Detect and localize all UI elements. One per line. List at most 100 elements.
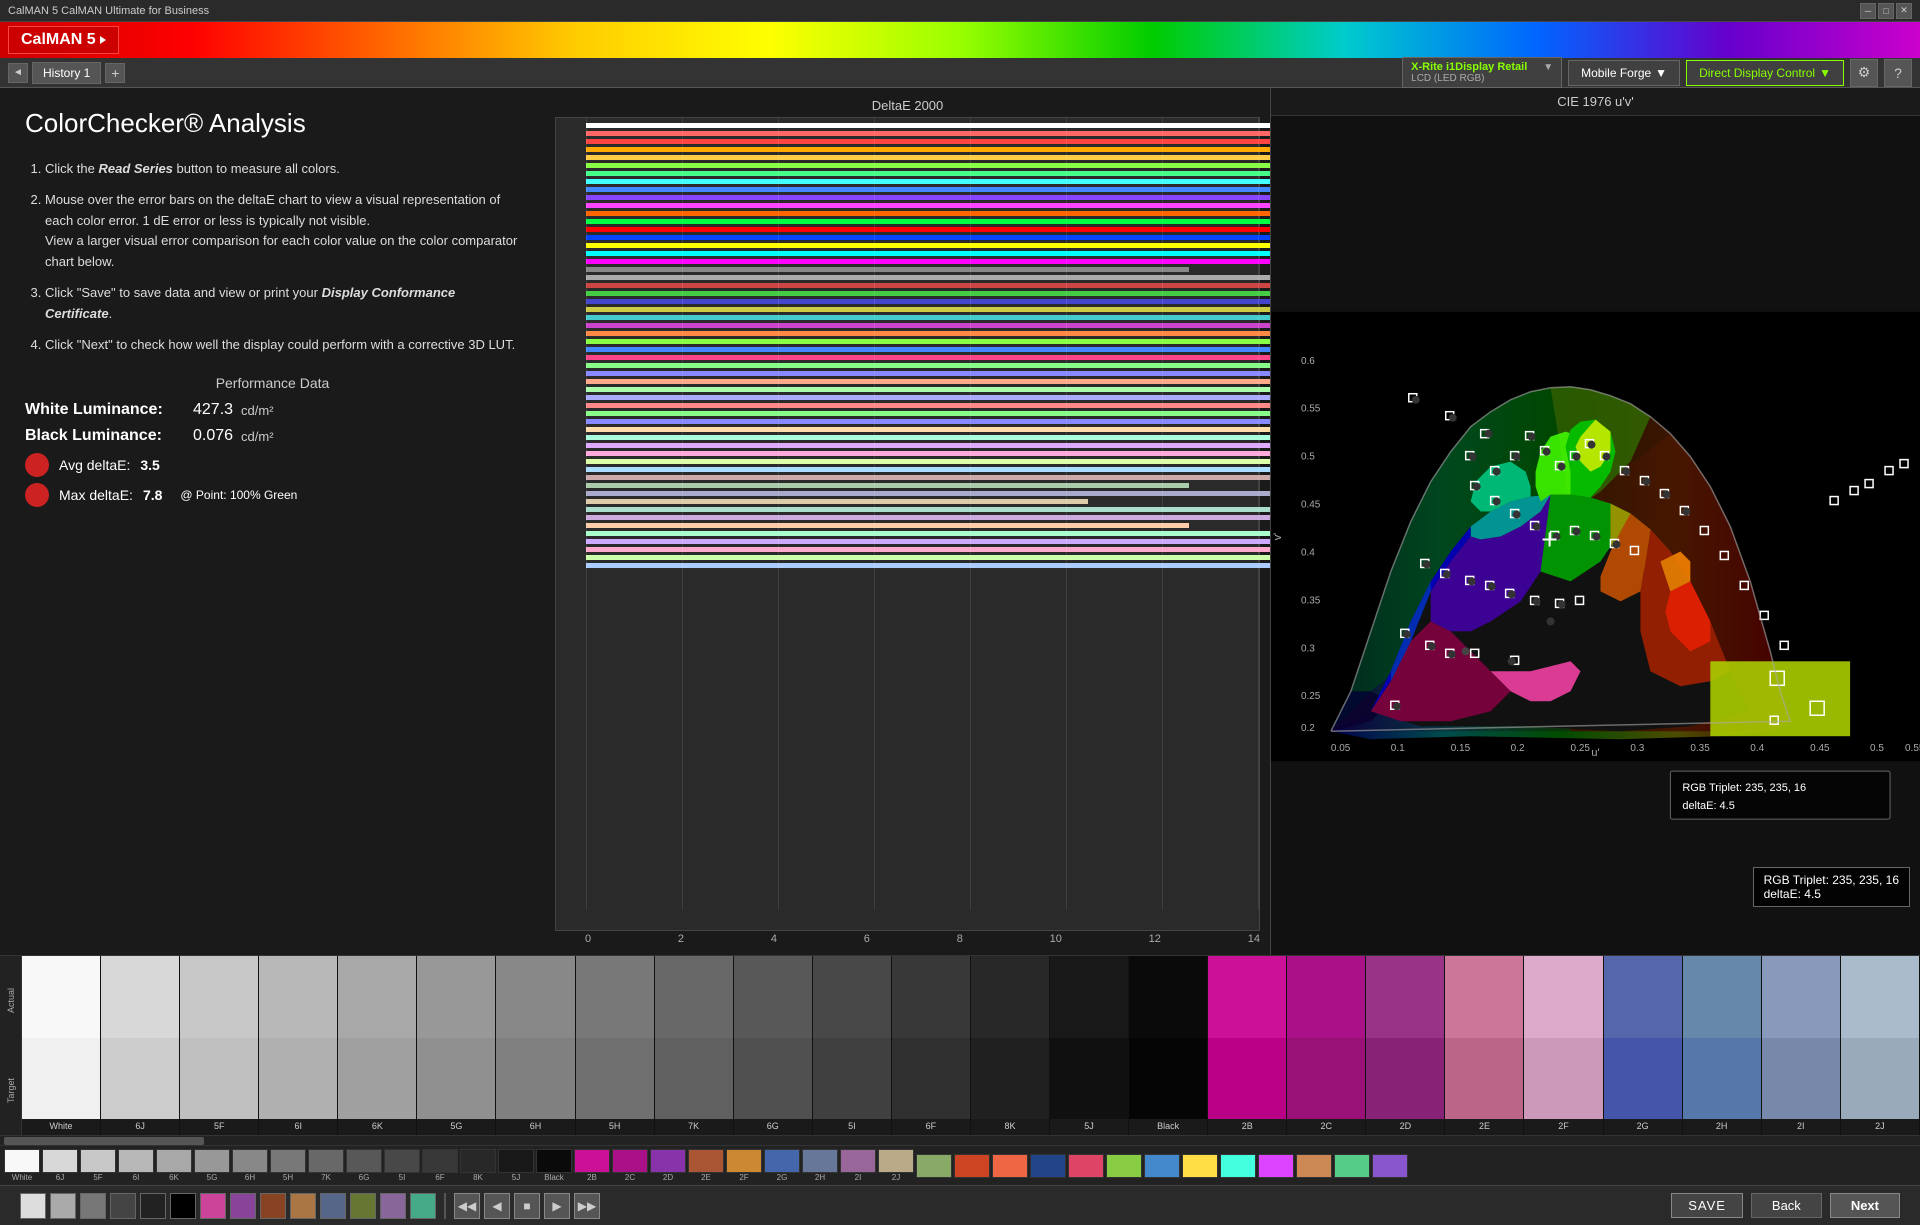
deltae-bar[interactable] bbox=[586, 314, 1289, 321]
color-swatch-thumb-slate[interactable] bbox=[320, 1193, 346, 1219]
thumbnail-item[interactable] bbox=[954, 1154, 990, 1178]
swatch-group[interactable]: 6G bbox=[734, 956, 813, 1135]
deltae-bar[interactable] bbox=[586, 290, 1289, 297]
thumbnail-item[interactable]: 2B bbox=[574, 1149, 610, 1182]
deltae-bar[interactable] bbox=[586, 538, 1289, 545]
deltae-bar[interactable] bbox=[586, 466, 1289, 473]
mobile-forge-button[interactable]: Mobile Forge ▼ bbox=[1568, 60, 1680, 86]
thumbnail-item[interactable]: Black bbox=[536, 1149, 572, 1182]
deltae-bar[interactable] bbox=[586, 474, 1289, 481]
minimize-button[interactable]: ─ bbox=[1860, 3, 1876, 19]
tab-add-button[interactable]: + bbox=[105, 63, 125, 83]
deltae-bar[interactable] bbox=[586, 562, 1289, 569]
thumbnail-item[interactable] bbox=[1030, 1154, 1066, 1178]
thumbnail-item[interactable]: 8K bbox=[460, 1149, 496, 1182]
thumbnail-item[interactable] bbox=[1068, 1154, 1104, 1178]
tab-prev-button[interactable]: ◄ bbox=[8, 63, 28, 83]
color-swatch-thumb-lgray[interactable] bbox=[50, 1193, 76, 1219]
back-button[interactable]: Back bbox=[1751, 1193, 1822, 1218]
deltae-bar[interactable] bbox=[586, 418, 1289, 425]
swatch-group[interactable]: 7K bbox=[655, 956, 734, 1135]
thumbnail-item[interactable]: 6H bbox=[232, 1149, 268, 1182]
swatch-group[interactable]: 5F bbox=[180, 956, 259, 1135]
swatch-group[interactable]: 2B bbox=[1208, 956, 1287, 1135]
deltae-bar[interactable] bbox=[586, 306, 1289, 313]
thumbnail-item[interactable] bbox=[1220, 1154, 1256, 1178]
thumbnail-item[interactable] bbox=[1258, 1154, 1294, 1178]
color-swatch-thumb-seafoam[interactable] bbox=[410, 1193, 436, 1219]
stop-button[interactable]: ■ bbox=[514, 1193, 540, 1219]
play-forward-button[interactable]: ▶ bbox=[544, 1193, 570, 1219]
deltae-bar[interactable] bbox=[586, 218, 1289, 225]
thumbnail-item[interactable]: White bbox=[4, 1149, 40, 1182]
swatch-group[interactable]: 5J bbox=[1050, 956, 1129, 1135]
deltae-bar[interactable] bbox=[586, 338, 1289, 345]
thumbnail-item[interactable] bbox=[1296, 1154, 1332, 1178]
swatch-group[interactable]: 2D bbox=[1366, 956, 1445, 1135]
swatch-group[interactable]: 6I bbox=[259, 956, 338, 1135]
thumbnail-item[interactable]: 5J bbox=[498, 1149, 534, 1182]
thumbnail-item[interactable]: 6F bbox=[422, 1149, 458, 1182]
help-button[interactable]: ? bbox=[1884, 59, 1912, 87]
deltae-bar[interactable] bbox=[586, 394, 1289, 401]
save-button[interactable]: SAVE bbox=[1671, 1193, 1743, 1218]
thumbnail-item[interactable] bbox=[1144, 1154, 1180, 1178]
thumbnail-item[interactable]: 5F bbox=[80, 1149, 116, 1182]
deltae-bar[interactable] bbox=[586, 322, 1289, 329]
deltae-bar[interactable] bbox=[586, 266, 1289, 273]
swatch-group[interactable]: 2J bbox=[1841, 956, 1920, 1135]
swatch-group[interactable]: 6J bbox=[101, 956, 180, 1135]
deltae-bar[interactable] bbox=[586, 434, 1289, 441]
deltae-bar[interactable] bbox=[586, 458, 1289, 465]
deltae-bar[interactable] bbox=[586, 410, 1289, 417]
swatch-group[interactable]: 2C bbox=[1287, 956, 1366, 1135]
thumbnail-item[interactable] bbox=[1106, 1154, 1142, 1178]
thumbnail-item[interactable]: 5H bbox=[270, 1149, 306, 1182]
deltae-bar[interactable] bbox=[586, 426, 1289, 433]
color-swatch-thumb-dgray[interactable] bbox=[110, 1193, 136, 1219]
deltae-bar[interactable] bbox=[586, 514, 1289, 521]
thumbnail-item[interactable]: 6I bbox=[118, 1149, 154, 1182]
thumbnail-item[interactable] bbox=[1334, 1154, 1370, 1178]
deltae-bar[interactable] bbox=[586, 274, 1289, 281]
swatch-group[interactable]: 2F bbox=[1524, 956, 1603, 1135]
deltae-bar[interactable] bbox=[586, 194, 1289, 201]
deltae-bar[interactable] bbox=[586, 346, 1289, 353]
deltae-bar[interactable] bbox=[586, 154, 1289, 161]
thumbnail-item[interactable]: 2E bbox=[688, 1149, 724, 1182]
deltae-bar[interactable] bbox=[586, 522, 1289, 529]
thumbnail-item[interactable]: 2F bbox=[726, 1149, 762, 1182]
deltae-bar[interactable] bbox=[586, 506, 1289, 513]
color-swatch-thumb-mgray[interactable] bbox=[80, 1193, 106, 1219]
deltae-bar[interactable] bbox=[586, 362, 1289, 369]
thumbnail-item[interactable]: 5I bbox=[384, 1149, 420, 1182]
deltae-bar[interactable] bbox=[586, 450, 1289, 457]
deltae-bar[interactable] bbox=[586, 258, 1289, 265]
color-swatch-thumb-olive[interactable] bbox=[350, 1193, 376, 1219]
thumbnail-item[interactable]: 7K bbox=[308, 1149, 344, 1182]
thumbnail-item[interactable]: 2G bbox=[764, 1149, 800, 1182]
color-swatch-thumb-black[interactable] bbox=[170, 1193, 196, 1219]
deltae-bar[interactable] bbox=[586, 250, 1289, 257]
deltae-bar[interactable] bbox=[586, 138, 1289, 145]
deltae-bar[interactable] bbox=[586, 130, 1289, 137]
color-swatch-thumb-pink[interactable] bbox=[200, 1193, 226, 1219]
swatch-group[interactable]: Black bbox=[1129, 956, 1208, 1135]
swatch-group[interactable]: 6F bbox=[892, 956, 971, 1135]
thumbnail-item[interactable]: 6G bbox=[346, 1149, 382, 1182]
color-swatch-thumb-brown[interactable] bbox=[260, 1193, 286, 1219]
deltae-bar[interactable] bbox=[586, 354, 1289, 361]
play-back-button[interactable]: ◀ bbox=[484, 1193, 510, 1219]
deltae-bar[interactable] bbox=[586, 122, 1289, 129]
deltae-bar[interactable] bbox=[586, 370, 1289, 377]
deltae-bar[interactable] bbox=[586, 530, 1289, 537]
calman-logo[interactable]: CalMAN 5 bbox=[8, 26, 119, 54]
deltae-bar[interactable] bbox=[586, 330, 1289, 337]
thumbnail-item[interactable] bbox=[1182, 1154, 1218, 1178]
horizontal-scrollbar[interactable] bbox=[4, 1137, 204, 1145]
color-swatch-thumb-white[interactable] bbox=[20, 1193, 46, 1219]
deltae-bar[interactable] bbox=[586, 386, 1289, 393]
deltae-bar[interactable] bbox=[586, 442, 1289, 449]
next-button[interactable]: Next bbox=[1830, 1193, 1900, 1218]
swatch-group[interactable]: 2G bbox=[1604, 956, 1683, 1135]
